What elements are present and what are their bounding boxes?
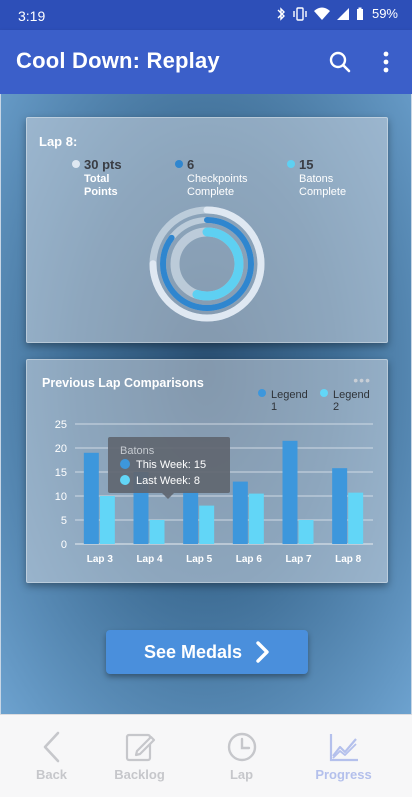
tooltip-row-last-week: Last Week: 8 bbox=[120, 475, 200, 487]
status-icons: 59% bbox=[276, 6, 398, 21]
stat-total-points: 30 pts Total Points bbox=[72, 157, 122, 199]
app-title: Cool Down: Replay bbox=[16, 48, 220, 73]
chevron-right-icon bbox=[256, 641, 269, 663]
bluetooth-icon bbox=[277, 6, 285, 21]
bottom-navigation: Back Backlog Lap Progress bbox=[0, 714, 412, 797]
y-tick-label: 25 bbox=[55, 419, 67, 431]
lap-summary-card: Lap 8: 30 pts Total Points 6 Checkpoints… bbox=[26, 117, 388, 343]
nav-label: Backlog bbox=[114, 767, 165, 782]
x-tick-label: Lap 4 bbox=[136, 554, 163, 565]
stat-batons: 15 Batons Complete bbox=[287, 157, 347, 199]
bar-1-lap-7[interactable] bbox=[282, 440, 298, 544]
nav-label: Lap bbox=[229, 767, 254, 782]
back-icon bbox=[43, 731, 59, 763]
x-tick-label: Lap 8 bbox=[335, 554, 362, 565]
bar-1-lap-6[interactable] bbox=[232, 481, 248, 544]
x-tick-label: Lap 7 bbox=[285, 554, 312, 565]
main-content: Lap 8: 30 pts Total Points 6 Checkpoints… bbox=[0, 94, 412, 714]
tooltip-dot bbox=[120, 475, 130, 485]
x-tick-label: Lap 6 bbox=[236, 554, 263, 565]
stat-value: 15 bbox=[299, 157, 314, 172]
see-medals-label: See Medals bbox=[143, 641, 243, 662]
bar-2-lap-3[interactable] bbox=[99, 496, 115, 544]
battery-percent: 59% bbox=[371, 6, 398, 21]
see-medals-button[interactable]: See Medals bbox=[106, 630, 308, 674]
y-tick-label: 20 bbox=[55, 443, 67, 455]
y-tick-label: 5 bbox=[61, 515, 67, 527]
progress-rings bbox=[149, 206, 265, 322]
lap-comparison-card: Previous Lap Comparisons ••• Legend 1 Le… bbox=[26, 359, 388, 583]
more-vert-icon bbox=[383, 51, 389, 73]
search-button[interactable] bbox=[324, 46, 356, 78]
bar-1-lap-8[interactable] bbox=[332, 468, 348, 544]
tooltip-caret bbox=[162, 493, 174, 499]
nav-lap[interactable]: Lap bbox=[190, 715, 293, 797]
app-bar: Cool Down: Replay bbox=[0, 30, 412, 94]
stat-value: 6 bbox=[187, 157, 195, 172]
battery-icon bbox=[356, 7, 363, 20]
signal-icon bbox=[336, 7, 349, 20]
bar-2-lap-8[interactable] bbox=[348, 492, 364, 544]
stat-label: Points bbox=[84, 186, 118, 198]
y-tick-label: 15 bbox=[55, 467, 67, 479]
vibrate-icon bbox=[293, 6, 307, 21]
stat-dot bbox=[175, 160, 183, 168]
tooltip-value: Last Week: 8 bbox=[136, 475, 200, 487]
stat-label: Batons bbox=[299, 173, 334, 185]
bar-1-lap-3[interactable] bbox=[83, 452, 99, 544]
bar-1-lap-5[interactable] bbox=[183, 491, 199, 544]
stat-label: Checkpoints bbox=[187, 173, 248, 185]
bar-2-lap-4[interactable] bbox=[149, 520, 165, 544]
clock-icon bbox=[227, 732, 256, 762]
lap-title: Lap 8: bbox=[39, 134, 78, 149]
edit-icon bbox=[125, 733, 155, 762]
x-tick-label: Lap 3 bbox=[87, 554, 114, 565]
stat-label: Complete bbox=[299, 186, 347, 198]
stat-dot bbox=[287, 160, 295, 168]
x-tick-label: Lap 5 bbox=[186, 554, 213, 565]
nav-label: Progress bbox=[315, 767, 372, 782]
stat-checkpoints: 6 Checkpoints Complete bbox=[175, 157, 248, 199]
y-tick-label: 10 bbox=[55, 491, 67, 503]
status-bar: 3:19 59% bbox=[0, 0, 412, 30]
chart-icon bbox=[329, 734, 358, 762]
y-tick-label: 0 bbox=[61, 539, 67, 551]
tooltip-dot bbox=[120, 459, 130, 469]
tooltip-row-this-week: This Week: 15 bbox=[120, 459, 206, 471]
nav-progress[interactable]: Progress bbox=[292, 715, 395, 797]
tooltip-title: Batons bbox=[120, 445, 155, 457]
bar-2-lap-5[interactable] bbox=[199, 505, 215, 544]
wifi-icon bbox=[313, 7, 330, 20]
stat-value: 30 pts bbox=[84, 157, 122, 172]
nav-backlog[interactable]: Backlog bbox=[88, 715, 191, 797]
status-time: 3:19 bbox=[18, 8, 46, 24]
chart-tooltip: Batons This Week: 15 Last Week: 8 bbox=[108, 437, 230, 499]
stat-dot bbox=[72, 160, 80, 168]
tooltip-value: This Week: 15 bbox=[136, 459, 207, 471]
search-icon bbox=[329, 51, 351, 73]
more-options-button[interactable] bbox=[370, 46, 402, 78]
bar-2-lap-6[interactable] bbox=[248, 493, 264, 544]
stat-label: Complete bbox=[187, 186, 235, 198]
stat-label: Total bbox=[84, 173, 110, 185]
bar-2-lap-7[interactable] bbox=[298, 520, 314, 544]
